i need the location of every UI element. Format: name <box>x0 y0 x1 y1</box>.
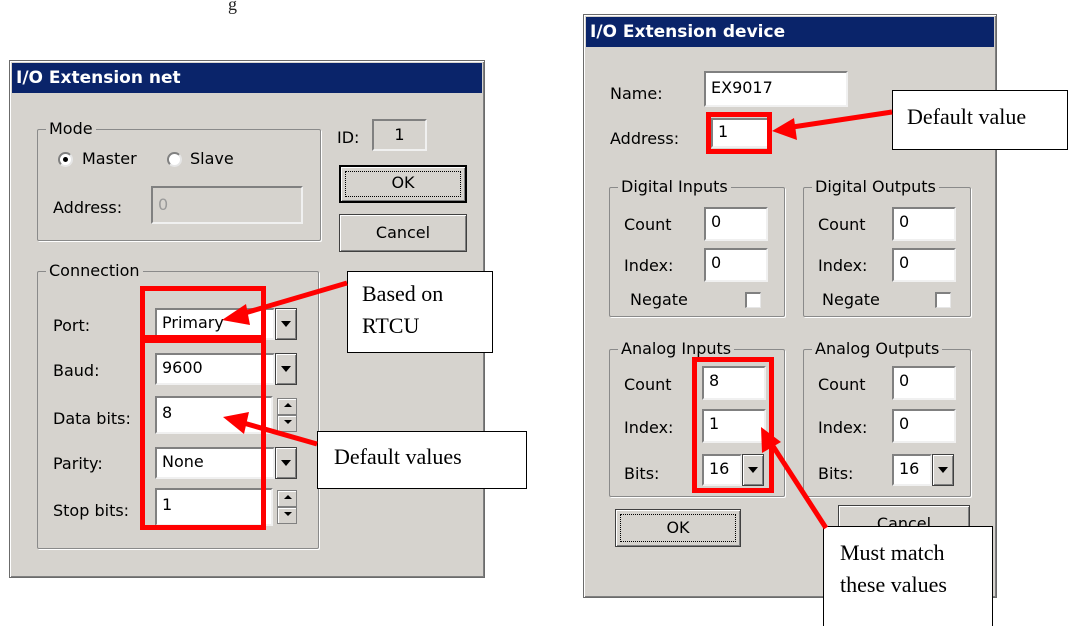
arrowhead-icon <box>761 427 781 453</box>
arrow-default-values <box>239 419 318 447</box>
arrowhead-icon <box>772 118 797 140</box>
arrow-must-match <box>766 438 829 530</box>
arrowhead-icon <box>222 304 250 325</box>
annotation-arrows <box>222 109 893 530</box>
arrowhead-icon <box>223 412 249 434</box>
arrow-based-on-rtcu <box>237 280 348 318</box>
arrow-default-value <box>785 109 893 131</box>
